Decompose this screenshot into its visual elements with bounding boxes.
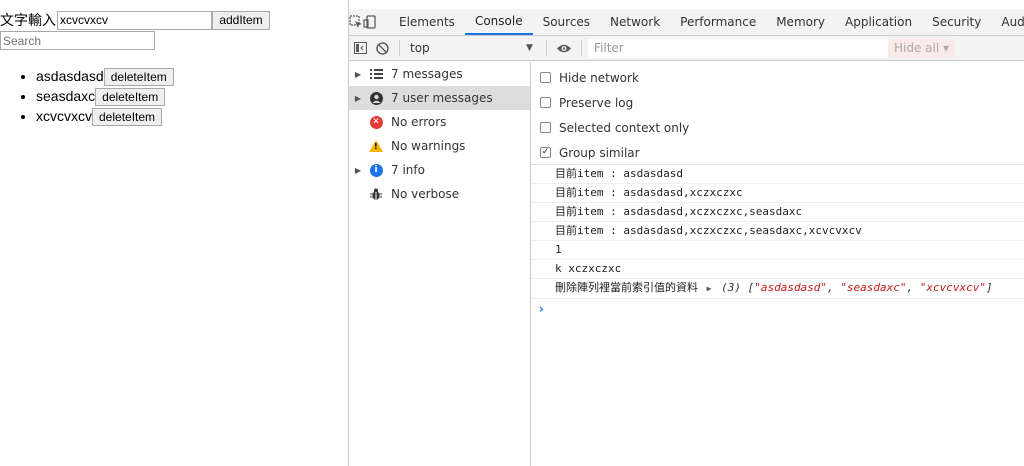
item-text: asdasdasd bbox=[36, 68, 104, 84]
info-icon: i bbox=[367, 163, 385, 177]
bug-icon bbox=[367, 187, 385, 201]
expand-arrow-icon[interactable]: ▶ bbox=[349, 94, 367, 103]
list-icon bbox=[367, 67, 385, 81]
show-sidebar-icon[interactable] bbox=[349, 42, 371, 54]
item-list: asdasdasddeleteItem seasdaxcdeleteItem x… bbox=[20, 66, 174, 127]
item-text: xcvcvxcv bbox=[36, 108, 92, 124]
tab-elements[interactable]: Elements bbox=[389, 9, 465, 35]
checkbox-checked[interactable]: ✓ bbox=[540, 147, 551, 158]
list-item: asdasdasddeleteItem bbox=[36, 66, 174, 87]
option-label: Selected context only bbox=[559, 120, 690, 135]
checkbox[interactable] bbox=[540, 122, 551, 133]
sidebar-item-label: 7 messages bbox=[391, 67, 463, 81]
checkbox[interactable] bbox=[540, 97, 551, 108]
console-toolbar: top ▼ Hide all ▾ bbox=[349, 36, 1024, 61]
log-levels-label: Hide all bbox=[894, 40, 940, 55]
console-message: 目前item : asdasdasd,xczxczxc,seasdaxc bbox=[531, 203, 1024, 222]
chevron-down-icon[interactable]: ▼ bbox=[526, 43, 540, 53]
tab-performance[interactable]: Performance bbox=[670, 9, 766, 35]
web-page: 文字輸入 addItem asdasdasddeleteItem seasdax… bbox=[0, 0, 348, 466]
console-message: k xczxczxc bbox=[531, 260, 1024, 279]
tab-console[interactable]: Console bbox=[464, 9, 533, 35]
hide-network-option[interactable]: Hide network bbox=[531, 65, 1024, 90]
array-suffix: ] bbox=[986, 281, 993, 294]
array-string: "asdasdasd" bbox=[754, 281, 828, 294]
error-icon: ✕ bbox=[367, 115, 385, 129]
console-messages: 目前item : asdasdasd 目前item : asdasdasd,xc… bbox=[531, 164, 1024, 319]
array-comma: , bbox=[827, 281, 841, 294]
sidebar-item-label: No errors bbox=[391, 115, 447, 129]
expand-arrow-icon[interactable]: ▶ bbox=[349, 70, 367, 79]
sidebar-item-label: No warnings bbox=[391, 139, 466, 153]
console-settings: Hide network Preserve log Selected conte… bbox=[531, 62, 1024, 164]
sidebar-item-label: 7 user messages bbox=[391, 91, 493, 105]
tab-audits[interactable]: Audi bbox=[991, 9, 1024, 35]
option-label: Preserve log bbox=[559, 95, 634, 110]
sidebar-item-label: 7 info bbox=[391, 163, 425, 177]
user-icon bbox=[367, 91, 385, 105]
sidebar-item-verbose[interactable]: No verbose bbox=[349, 182, 530, 206]
preserve-log-option[interactable]: Preserve log bbox=[531, 90, 1024, 115]
log-levels-dropdown[interactable]: Hide all ▾ bbox=[888, 38, 956, 58]
delete-item-button[interactable]: deleteItem bbox=[92, 108, 163, 127]
array-string: "xcvcvxcv" bbox=[919, 281, 987, 294]
tab-sources[interactable]: Sources bbox=[533, 9, 600, 35]
list-item: xcvcvxcvdeleteItem bbox=[36, 106, 174, 127]
tab-memory[interactable]: Memory bbox=[766, 9, 835, 35]
console-message-array: 刪除陣列裡當前索引值的資料 ▶ (3) ["asdasdasd", "seasd… bbox=[531, 279, 1024, 299]
console-message: 目前item : asdasdasd,xczxczxc,seasdaxc,xcv… bbox=[531, 222, 1024, 241]
list-item: seasdaxcdeleteItem bbox=[36, 86, 174, 107]
filter-input[interactable] bbox=[588, 38, 888, 58]
selected-context-only-option[interactable]: Selected context only bbox=[531, 115, 1024, 140]
sidebar-item-errors[interactable]: ✕ No errors bbox=[349, 110, 530, 134]
context-selector[interactable]: top bbox=[406, 41, 526, 55]
option-label: Group similar bbox=[559, 145, 640, 160]
live-expression-eye-icon[interactable] bbox=[553, 43, 575, 54]
devtools-panel: Elements Console Sources Network Perform… bbox=[348, 0, 1024, 466]
tab-security[interactable]: Security bbox=[922, 9, 991, 35]
tab-network[interactable]: Network bbox=[600, 9, 670, 35]
console-message: 目前item : asdasdasd bbox=[531, 165, 1024, 184]
array-prefix[interactable]: (3) [ bbox=[721, 281, 754, 294]
console-main: Hide network Preserve log Selected conte… bbox=[531, 62, 1024, 466]
expand-arrow-icon[interactable]: ▶ bbox=[349, 166, 367, 175]
device-toolbar-icon[interactable] bbox=[363, 9, 377, 35]
checkbox[interactable] bbox=[540, 72, 551, 83]
sidebar-item-info[interactable]: ▶ i 7 info bbox=[349, 158, 530, 182]
group-similar-option[interactable]: ✓ Group similar bbox=[531, 140, 1024, 165]
item-text: seasdaxc bbox=[36, 88, 96, 104]
sidebar-item-label: No verbose bbox=[391, 187, 460, 201]
input-row: 文字輸入 addItem bbox=[0, 10, 270, 30]
inspect-element-icon[interactable] bbox=[349, 9, 363, 35]
text-input[interactable] bbox=[57, 10, 212, 30]
sidebar-item-user-messages[interactable]: ▶ 7 user messages bbox=[349, 86, 530, 110]
tab-application[interactable]: Application bbox=[835, 9, 922, 35]
console-message: 目前item : asdasdasd,xczxczxc bbox=[531, 184, 1024, 203]
array-comma: , bbox=[906, 281, 920, 294]
toolbar-separator bbox=[546, 40, 547, 56]
sidebar-item-warnings[interactable]: ! No warnings bbox=[349, 134, 530, 158]
console-sidebar: ▶ 7 messages ▶ 7 user messages ✕ No erro… bbox=[349, 62, 531, 466]
message-text: 刪除陣列裡當前索引值的資料 bbox=[555, 281, 698, 294]
add-item-button[interactable]: addItem bbox=[212, 10, 270, 30]
array-string: "seasdaxc" bbox=[840, 281, 907, 294]
search-input[interactable] bbox=[0, 31, 155, 50]
toolbar-separator bbox=[581, 40, 582, 56]
console-message: 1 bbox=[531, 241, 1024, 260]
expand-array-icon[interactable]: ▶ bbox=[707, 284, 712, 293]
console-prompt[interactable]: › bbox=[531, 299, 1024, 319]
option-label: Hide network bbox=[559, 70, 639, 85]
warning-icon: ! bbox=[367, 139, 385, 153]
devtools-tabbar: Elements Console Sources Network Perform… bbox=[349, 9, 1024, 36]
delete-item-button[interactable]: deleteItem bbox=[95, 88, 166, 107]
toolbar-separator bbox=[399, 40, 400, 56]
clear-console-icon[interactable] bbox=[371, 41, 393, 55]
delete-item-button[interactable]: deleteItem bbox=[103, 68, 174, 87]
sidebar-item-messages[interactable]: ▶ 7 messages bbox=[349, 62, 530, 86]
input-label: 文字輸入 bbox=[0, 13, 56, 29]
